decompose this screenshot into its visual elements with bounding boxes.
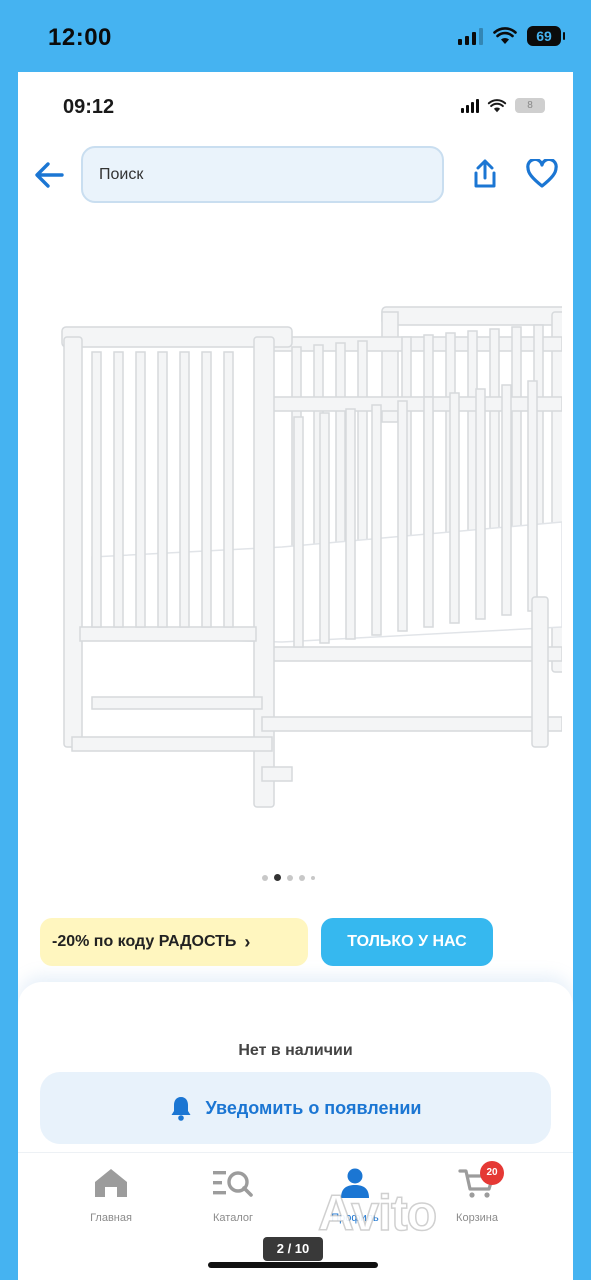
favorite-button[interactable] [524, 156, 560, 192]
tab-catalog-label: Каталог [213, 1212, 253, 1224]
inner-signal-icon [461, 98, 479, 113]
notify-label: Уведомить о появлении [205, 1097, 422, 1118]
stock-status: Нет в наличии [238, 1042, 353, 1059]
tab-cart-label: Корзина [456, 1212, 498, 1224]
image-counter: 2 / 10 [263, 1237, 323, 1261]
exclusive-badge[interactable]: ТОЛЬКО У НАС [321, 918, 493, 966]
heart-icon [526, 159, 558, 188]
app-bar: Поиск [18, 144, 573, 206]
gallery-dot[interactable] [287, 874, 293, 881]
gallery-dot-active[interactable] [274, 874, 281, 881]
back-button[interactable] [32, 158, 66, 192]
app-screen: 09:12 8 Поиск -20% по коду РАДОСТЬ › ТОЛ… [18, 72, 573, 1280]
inner-wifi-icon [487, 98, 507, 112]
status-time: 12:00 [48, 24, 112, 51]
promo-code-label: -20% по коду РАДОСТЬ [52, 933, 237, 950]
inner-status-bar: 09:12 8 [18, 72, 573, 142]
tab-catalog[interactable]: Каталог [188, 1167, 278, 1224]
search-input[interactable]: Поиск [81, 146, 444, 203]
inner-status-icons: 8 [461, 98, 545, 113]
tab-home-label: Главная [90, 1212, 132, 1224]
bell-icon [171, 1097, 191, 1121]
tab-home[interactable]: Главная [66, 1167, 156, 1224]
inner-battery-icon: 8 [515, 98, 545, 113]
outer-status-bar: 12:00 69 [0, 0, 591, 72]
home-indicator[interactable] [208, 1262, 378, 1268]
gallery-dot[interactable] [299, 874, 305, 881]
chevron-right-icon: › [244, 932, 251, 952]
promo-code-badge[interactable]: -20% по коду РАДОСТЬ › [40, 918, 308, 966]
avito-watermark: Avito [317, 1184, 438, 1242]
battery-icon: 69 [527, 26, 565, 46]
bottom-tab-bar: Главная Каталог Профиль 20 Корзина [18, 1152, 573, 1242]
cart-count-badge: 20 [480, 1161, 504, 1185]
arrow-left-icon [35, 162, 64, 188]
status-icons: 69 [458, 26, 565, 46]
catalog-search-icon [213, 1171, 253, 1197]
share-icon [474, 159, 496, 188]
gallery-pagination [262, 874, 315, 881]
share-button[interactable] [468, 156, 502, 192]
inner-status-time: 09:12 [63, 96, 115, 118]
home-icon [95, 1169, 127, 1197]
cellular-signal-icon [458, 27, 483, 45]
wifi-icon [493, 27, 517, 44]
product-image-crib[interactable] [32, 297, 562, 827]
gallery-dot[interactable] [262, 874, 268, 881]
gallery-dot[interactable] [311, 875, 315, 880]
tab-cart[interactable]: 20 Корзина [432, 1161, 522, 1224]
notify-button[interactable]: Уведомить о появлении [40, 1072, 551, 1144]
